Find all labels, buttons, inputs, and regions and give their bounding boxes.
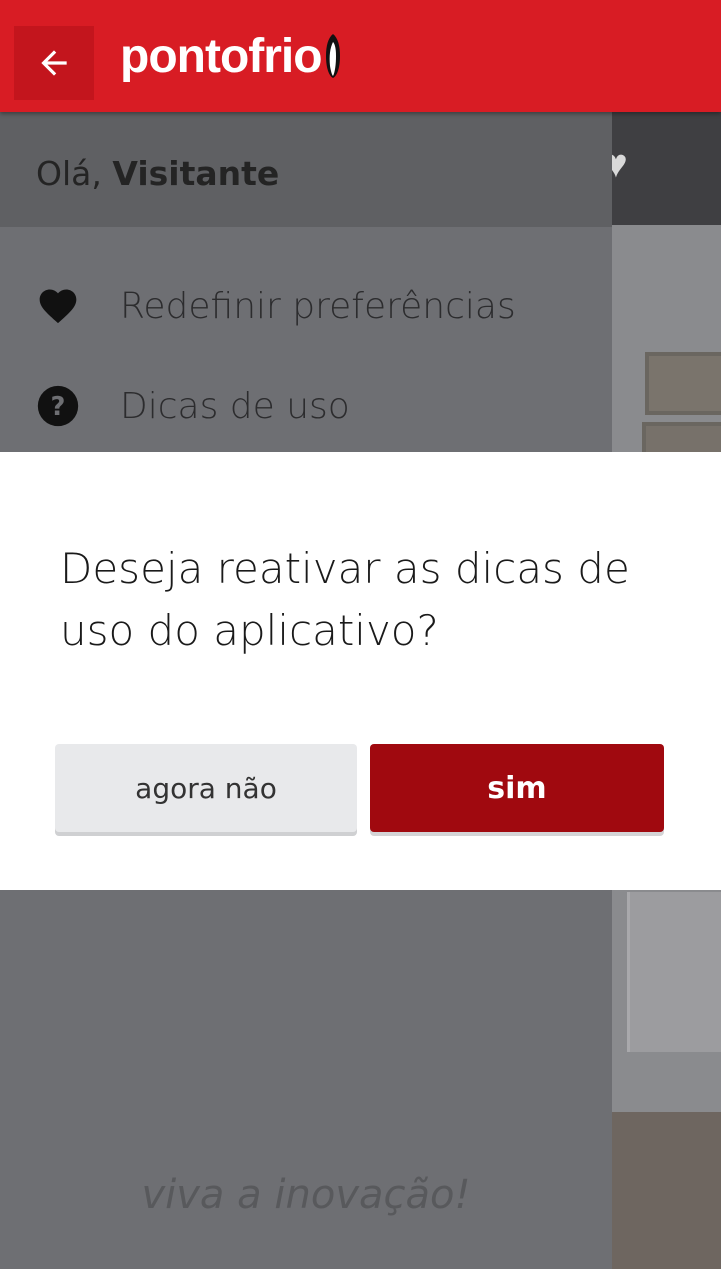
- menu-item-label: Dicas de uso: [120, 386, 350, 427]
- reactivate-tips-dialog: Deseja reativar as dicas de uso do aplic…: [0, 452, 721, 890]
- favorite-icon: ♥: [612, 142, 628, 186]
- penguin-logo-icon: [325, 34, 340, 78]
- background-frame: [645, 352, 721, 415]
- confirm-button[interactable]: sim: [370, 744, 664, 832]
- background-cabinet: [627, 892, 721, 1052]
- back-button[interactable]: [14, 26, 94, 100]
- brand-name: pontofrio: [120, 29, 323, 83]
- greeting-prefix: Olá,: [36, 154, 102, 193]
- greeting: Olá, Visitante: [36, 154, 279, 193]
- background-floor: [612, 1112, 721, 1269]
- not-now-button[interactable]: agora não: [55, 744, 357, 832]
- tagline: viva a inovação!: [141, 1172, 471, 1218]
- menu-item-redefine-preferences[interactable]: Redefinir preferências: [0, 264, 612, 354]
- drawer-header: Olá, Visitante: [0, 112, 612, 227]
- help-circle-icon: ?: [37, 385, 79, 427]
- dialog-message: Deseja reativar as dicas de uso do aplic…: [60, 544, 630, 655]
- arrow-left-icon: [41, 50, 67, 76]
- app-bar: pontofrio: [0, 0, 721, 112]
- svg-text:?: ?: [51, 392, 66, 422]
- heart-icon: [39, 289, 77, 324]
- menu-item-usage-tips[interactable]: ? Dicas de uso: [0, 364, 612, 454]
- background-banner: [612, 112, 721, 225]
- brand-logo: pontofrio: [120, 26, 342, 86]
- menu-item-label: Redefinir preferências: [120, 286, 516, 327]
- user-name: Visitante: [112, 154, 280, 193]
